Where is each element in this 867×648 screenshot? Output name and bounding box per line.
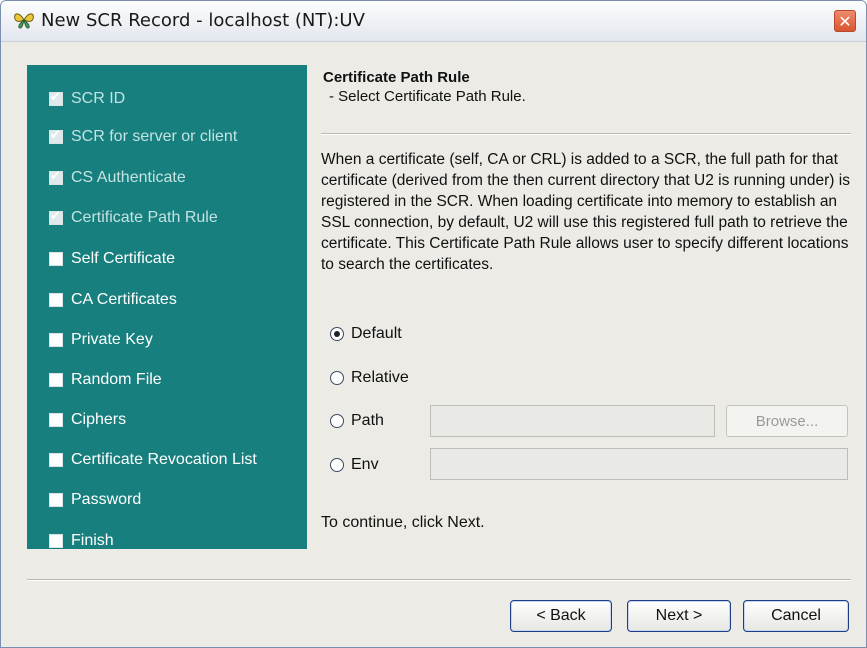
step-label: Finish: [71, 532, 114, 549]
step-finish: Finish: [49, 530, 114, 549]
step-label: Certificate Path Rule: [71, 209, 218, 226]
checkbox-icon: [49, 333, 63, 347]
checkbox-icon: [49, 293, 63, 307]
step-label: Self Certificate: [71, 250, 176, 267]
step-cs-authenticate: ✔ CS Authenticate: [49, 167, 186, 189]
checkbox-icon: ✔: [49, 128, 63, 144]
radio-label-env[interactable]: Env: [351, 456, 379, 474]
checkbox-icon: [49, 252, 63, 266]
step-ca-certificates: CA Certificates: [49, 289, 177, 311]
continue-instruction: To continue, click Next.: [321, 514, 485, 531]
radio-default[interactable]: Default: [330, 325, 402, 343]
radio-relative[interactable]: Relative: [330, 369, 409, 387]
env-input[interactable]: [430, 448, 848, 480]
browse-button[interactable]: Browse...: [726, 405, 848, 437]
radio-env[interactable]: Env: [330, 456, 379, 474]
checkbox-icon: [49, 453, 63, 467]
step-label: Ciphers: [71, 411, 127, 428]
radio-label-relative[interactable]: Relative: [351, 369, 409, 387]
step-label: Random File: [71, 371, 162, 388]
checkbox-icon: ✔: [49, 90, 63, 106]
checkbox-icon: [49, 413, 63, 427]
wizard-window: New SCR Record - localhost (NT):UV ✕ ✔ S…: [0, 0, 867, 648]
step-ciphers: Ciphers: [49, 409, 126, 431]
checkbox-icon: ✔: [49, 209, 63, 225]
radio-path[interactable]: Path: [330, 412, 384, 430]
step-label: CS Authenticate: [71, 169, 186, 186]
step-label: SCR ID: [71, 90, 126, 107]
step-label: CA Certificates: [71, 291, 177, 308]
checkbox-icon: [49, 534, 63, 548]
section-subtitle: - Select Certificate Path Rule.: [329, 88, 526, 105]
radio-label-default[interactable]: Default: [351, 325, 402, 343]
footer-divider: [27, 579, 851, 581]
window-title: New SCR Record - localhost (NT):UV: [41, 10, 365, 31]
step-self-certificate: Self Certificate: [49, 248, 175, 270]
step-label: Certificate Revocation List: [71, 451, 257, 468]
description-text: When a certificate (self, CA or CRL) is …: [321, 151, 850, 273]
butterfly-app-icon: [14, 13, 34, 29]
radio-checked-icon[interactable]: [330, 327, 344, 341]
checkbox-icon: [49, 493, 63, 507]
step-certificate-revocation-list: Certificate Revocation List: [49, 449, 257, 471]
step-certificate-path-rule: ✔ Certificate Path Rule: [49, 207, 218, 229]
close-button[interactable]: ✕: [834, 10, 856, 32]
checkbox-icon: ✔: [49, 169, 63, 185]
step-private-key: Private Key: [49, 329, 153, 351]
wizard-steps-panel: ✔ SCR ID ✔ SCR for server or client ✔ CS…: [27, 65, 307, 549]
section-title: Certificate Path Rule: [323, 69, 470, 86]
radio-unchecked-icon[interactable]: [330, 458, 344, 472]
step-scr-id: ✔ SCR ID: [49, 88, 125, 110]
back-button[interactable]: < Back: [510, 600, 612, 632]
step-label: SCR for server or client: [71, 128, 238, 145]
step-label: Password: [71, 491, 142, 508]
radio-unchecked-icon[interactable]: [330, 371, 344, 385]
path-input[interactable]: [430, 405, 715, 437]
title-bar[interactable]: New SCR Record - localhost (NT):UV ✕: [1, 1, 866, 42]
radio-label-path[interactable]: Path: [351, 412, 384, 430]
step-label: Private Key: [71, 331, 153, 348]
content-divider: [321, 133, 851, 135]
close-icon: ✕: [838, 12, 852, 31]
checkbox-icon: [49, 373, 63, 387]
step-password: Password: [49, 489, 141, 511]
step-scr-for-server-or-client: ✔ SCR for server or client: [49, 126, 237, 148]
radio-unchecked-icon[interactable]: [330, 414, 344, 428]
step-random-file: Random File: [49, 369, 162, 391]
next-button[interactable]: Next >: [627, 600, 731, 632]
cancel-button[interactable]: Cancel: [743, 600, 849, 632]
